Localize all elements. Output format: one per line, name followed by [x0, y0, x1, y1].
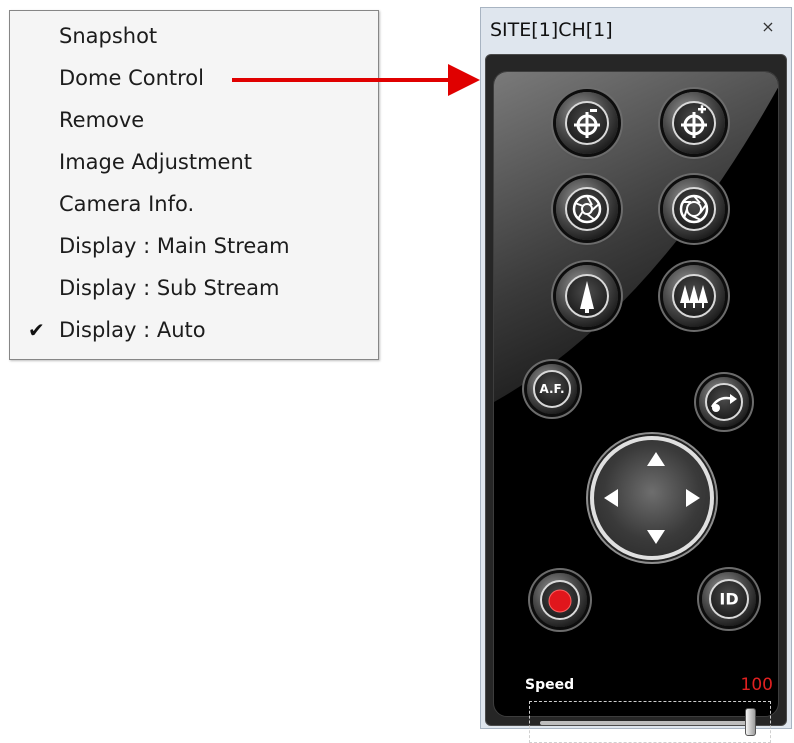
speed-label: Speed — [525, 677, 575, 693]
close-icon: ⨯ — [761, 19, 775, 36]
title-bar: SITE[1]CH[1] ⨯ — [481, 8, 791, 53]
pan-right-arrow[interactable] — [686, 489, 700, 507]
speed-slider[interactable] — [529, 701, 771, 743]
iris-close-icon — [572, 194, 602, 224]
speed-value: 100 — [740, 675, 773, 695]
focus-far-icon — [680, 285, 708, 308]
window-title: SITE[1]CH[1] — [490, 19, 613, 41]
speed-slider-thumb[interactable] — [744, 708, 756, 736]
id-button[interactable]: ID — [702, 572, 756, 626]
iris-open-button[interactable] — [663, 178, 725, 240]
dome-control-window: SITE[1]CH[1] ⨯ A.F. ID Speed 100 — [480, 7, 792, 743]
close-button[interactable]: ⨯ — [755, 17, 781, 39]
control-panel-inner: A.F. ID — [493, 71, 779, 717]
preset-icon — [710, 394, 737, 412]
zoom-in-icon — [681, 105, 707, 138]
pan-left-arrow[interactable] — [604, 489, 618, 507]
arrow-head — [448, 64, 480, 96]
auto-focus-button[interactable]: A.F. — [527, 364, 577, 414]
pan-up-arrow[interactable] — [647, 452, 665, 466]
auto-focus-label: A.F. — [539, 382, 565, 396]
preset-button[interactable] — [699, 377, 749, 427]
zoom-in-button[interactable] — [663, 92, 725, 154]
record-button[interactable] — [533, 573, 587, 627]
zoom-out-button[interactable] — [556, 92, 618, 154]
pan-down-arrow[interactable] — [647, 530, 665, 544]
zoom-out-icon — [574, 109, 600, 138]
control-panel: A.F. ID Speed 100 — [485, 54, 787, 743]
id-label: ID — [719, 589, 739, 609]
focus-far-button[interactable] — [663, 265, 725, 327]
iris-close-button[interactable] — [556, 178, 618, 240]
iris-open-icon — [679, 194, 709, 224]
record-icon — [548, 589, 572, 613]
speed-slider-track — [540, 721, 750, 725]
ptz-direction-pad — [590, 436, 714, 560]
focus-near-button[interactable] — [556, 265, 618, 327]
focus-near-icon — [580, 281, 594, 313]
